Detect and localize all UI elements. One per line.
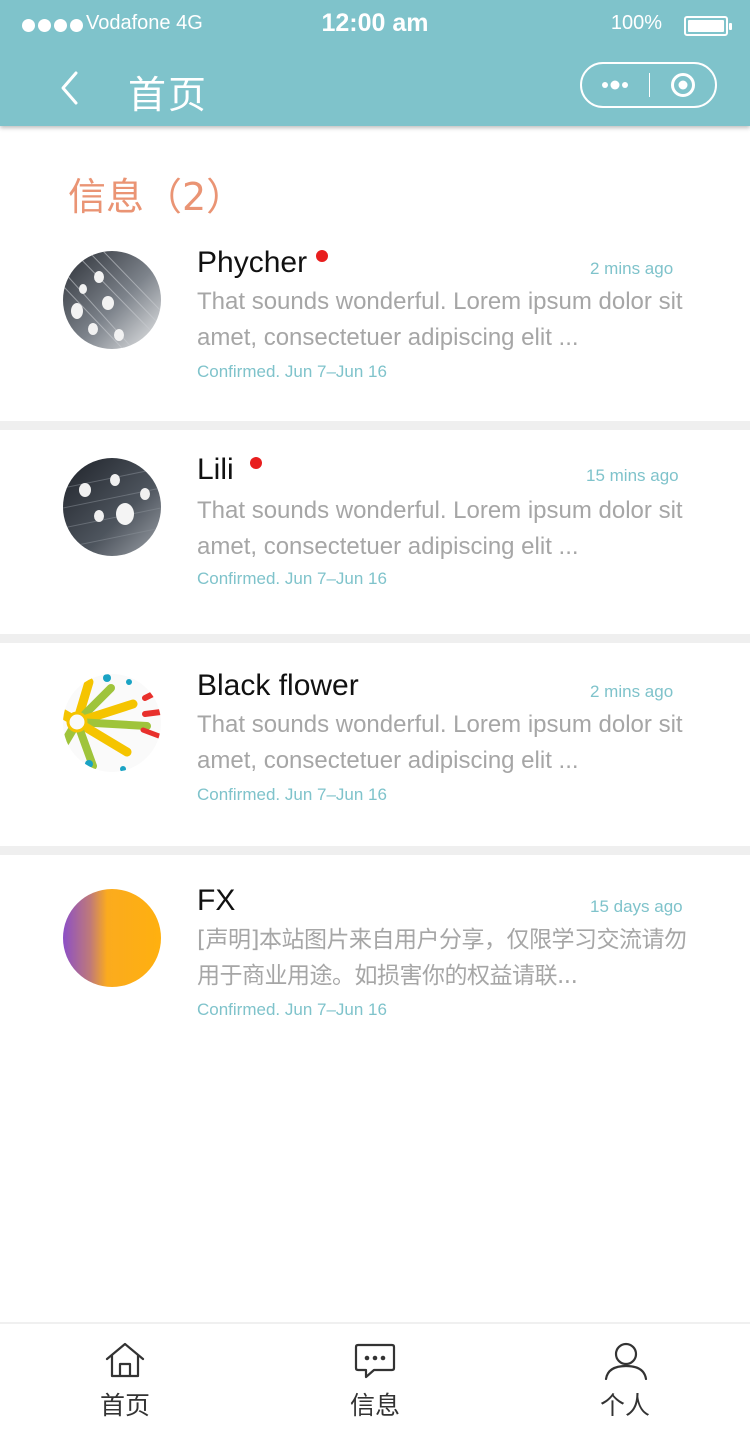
battery-percent: 100% xyxy=(610,12,662,34)
message-time: 15 mins ago xyxy=(586,466,679,485)
divider xyxy=(0,846,750,855)
top-bar: Vodafone 4G 12:00 am 100% 首页 xyxy=(0,0,750,126)
tab-profile[interactable]: 个人 xyxy=(500,1324,750,1440)
more-dots-icon[interactable] xyxy=(598,64,648,106)
section-title: 信息（2） xyxy=(68,175,245,219)
unread-dot xyxy=(316,250,328,262)
bottom-tab-bar: 首页 信息 个人 xyxy=(0,1322,750,1440)
target-circle-icon[interactable] xyxy=(670,72,696,98)
avatar xyxy=(63,674,161,772)
tab-home[interactable]: 首页 xyxy=(0,1324,250,1440)
capsule-divider xyxy=(649,73,650,97)
mini-program-capsule xyxy=(580,62,717,108)
contact-name: Black flower xyxy=(197,669,359,702)
battery-icon xyxy=(684,16,732,36)
message-time: 2 mins ago xyxy=(590,682,674,701)
contact-name: Lili xyxy=(197,453,234,486)
divider xyxy=(0,634,750,643)
user-icon xyxy=(604,1342,648,1380)
message-preview: That sounds wonderful. Lorem ipsum dolor… xyxy=(197,288,683,351)
avatar xyxy=(63,251,161,349)
tab-home-label: 首页 xyxy=(99,1391,150,1420)
confirmation-text: Confirmed. Jun 7–Jun 16 xyxy=(197,785,387,804)
page-title: 首页 xyxy=(128,73,209,117)
chevron-left-icon[interactable] xyxy=(56,68,86,108)
avatar xyxy=(63,889,161,987)
divider xyxy=(0,421,750,430)
confirmation-text: Confirmed. Jun 7–Jun 16 xyxy=(197,1000,387,1019)
chat-bubble-icon xyxy=(354,1343,396,1379)
home-icon xyxy=(105,1342,145,1378)
contact-name: FX xyxy=(197,884,236,917)
contact-name: Phycher xyxy=(197,246,308,279)
message-preview: [声明]本站图片来自用户分享，仅限学习交流请勿用于商业用途。如损害你的权益请联.… xyxy=(197,927,687,989)
confirmation-text: Confirmed. Jun 7–Jun 16 xyxy=(197,569,387,588)
tab-profile-label: 个人 xyxy=(599,1391,650,1420)
confirmation-text: Confirmed. Jun 7–Jun 16 xyxy=(197,362,387,381)
message-time: 15 days ago xyxy=(590,897,683,916)
message-preview: That sounds wonderful. Lorem ipsum dolor… xyxy=(197,497,683,560)
tab-messages[interactable]: 信息 xyxy=(250,1324,500,1440)
message-preview: That sounds wonderful. Lorem ipsum dolor… xyxy=(197,711,683,774)
unread-dot xyxy=(250,457,262,469)
message-time: 2 mins ago xyxy=(590,259,674,278)
avatar xyxy=(63,458,161,556)
status-bar: Vodafone 4G 12:00 am 100% xyxy=(0,0,750,50)
tab-messages-label: 信息 xyxy=(349,1391,400,1420)
